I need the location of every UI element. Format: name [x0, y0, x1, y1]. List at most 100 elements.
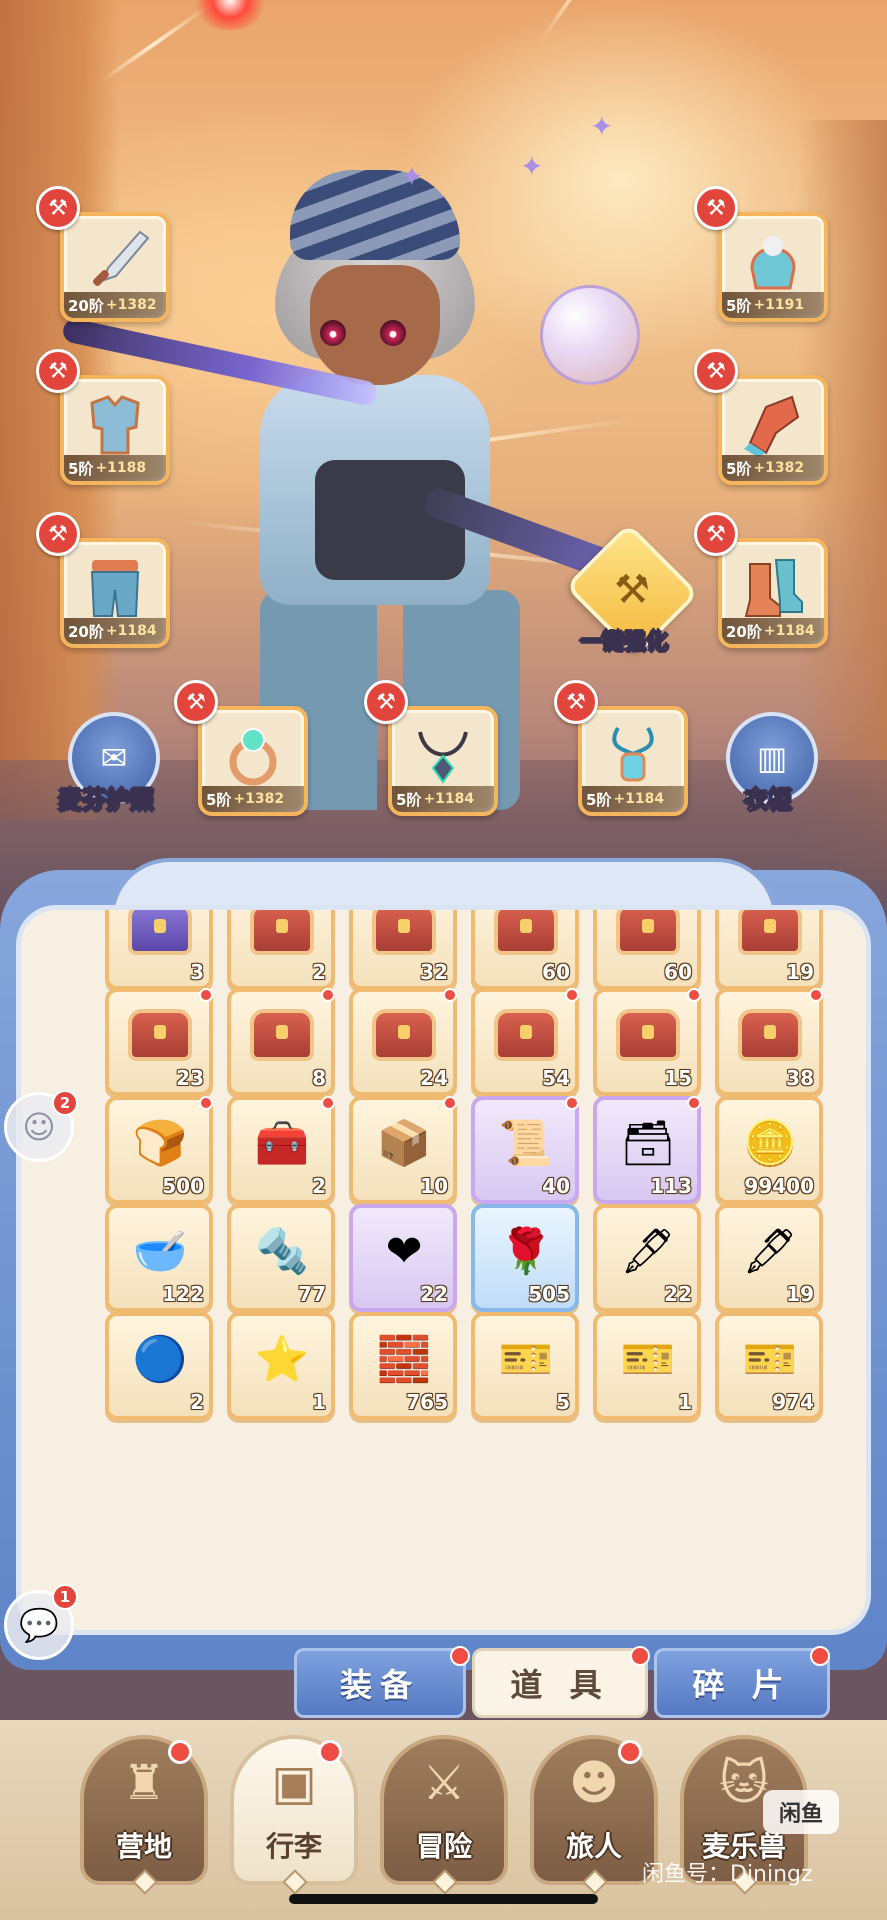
gauntlet-icon — [744, 395, 800, 457]
notification-dot — [199, 1096, 213, 1110]
inventory-item[interactable]: 🧰 2 — [227, 1096, 335, 1204]
inventory-item[interactable]: 3 — [105, 910, 213, 990]
tier-label: 5阶 — [68, 459, 94, 478]
inventory-item[interactable]: 54 — [471, 988, 579, 1096]
helmet-icon — [750, 236, 796, 290]
inventory-item[interactable]: 🔩 77 — [227, 1204, 335, 1312]
item-count: 765 — [406, 1390, 448, 1414]
necklace-icon — [418, 731, 468, 784]
traveler-portrait-icon: ☻ — [568, 1755, 620, 1811]
equip-slot-necklace[interactable]: 5阶 +1184 — [388, 706, 498, 816]
equip-slot-armor[interactable]: 5阶 +1188 — [60, 375, 170, 485]
notification-dot — [809, 988, 823, 1002]
chat-badge: 1 — [52, 1584, 78, 1610]
light-streak — [538, 0, 634, 44]
home-indicator[interactable] — [289, 1894, 598, 1904]
item-count: 54 — [542, 1066, 570, 1090]
equip-slot-helmet[interactable]: 5阶 +1191 — [718, 212, 828, 322]
inventory-panel[interactable]: 3 2 32 60 60 19 23 8 24 54 15 38 🍞 500 🧰 2 📦 10 📜 40 🗃 113 🪙 99… — [16, 905, 871, 1635]
equip-slot-weapon[interactable]: 20阶 +1382 — [60, 212, 170, 322]
dagger-icon — [93, 230, 150, 286]
tier-label: 5阶 — [396, 790, 422, 809]
tab-items[interactable]: 道 具 — [472, 1648, 648, 1718]
inventory-item[interactable]: 19 — [715, 910, 823, 990]
bonus-label: +1184 — [763, 623, 815, 639]
inventory-item[interactable]: 🖋 22 — [593, 1204, 701, 1312]
tab-fragments[interactable]: 碎 片 — [654, 1648, 830, 1718]
npc-helper-badge: 2 — [52, 1090, 78, 1116]
inventory-item[interactable]: ❤ 22 — [349, 1204, 457, 1312]
inventory-item[interactable]: 🪙 99400 — [715, 1096, 823, 1204]
upgrade-hammer-icon[interactable]: ⚒ — [36, 349, 80, 393]
ink-yellow-icon: 🖋 — [620, 1226, 676, 1277]
inventory-item[interactable]: 38 — [715, 988, 823, 1096]
notification-dot — [687, 988, 701, 1002]
inventory-item[interactable]: 8 — [227, 988, 335, 1096]
inventory-item[interactable]: 60 — [593, 910, 701, 990]
castle-icon: ♜ — [122, 1755, 166, 1811]
red-light-effect — [190, 0, 270, 30]
bonus-label: +1382 — [105, 297, 157, 313]
inventory-item[interactable]: 🎫 974 — [715, 1312, 823, 1420]
inventory-item[interactable]: 🥣 122 — [105, 1204, 213, 1312]
notification-dot — [618, 1740, 642, 1764]
inventory-item[interactable]: 23 — [105, 988, 213, 1096]
upgrade-hammer-icon[interactable]: ⚒ — [554, 680, 598, 724]
inventory-item[interactable]: 📜 40 — [471, 1096, 579, 1204]
inventory-item[interactable]: 🖋 19 — [715, 1204, 823, 1312]
inventory-item[interactable]: 60 — [471, 910, 579, 990]
upgrade-hammer-icon[interactable]: ⚒ — [174, 680, 218, 724]
item-count: 77 — [298, 1282, 326, 1306]
equip-slot-pants[interactable]: 20阶 +1184 — [60, 538, 170, 648]
upgrade-hammer-icon[interactable]: ⚒ — [364, 680, 408, 724]
inventory-item[interactable]: 🧱 765 — [349, 1312, 457, 1420]
equip-slot-boots[interactable]: 20阶 +1184 — [718, 538, 828, 648]
bowl-icon: 🥣 — [132, 1226, 188, 1277]
chest-icon — [123, 1002, 197, 1068]
scroll-icon: 📜 — [498, 1118, 554, 1169]
ticket-blue-icon: 🎫 — [498, 1334, 554, 1385]
inventory-item[interactable]: 2 — [227, 910, 335, 990]
item-count: 2 — [190, 1390, 204, 1414]
tier-label: 20阶 — [68, 296, 104, 315]
silver-chest-icon: 🗃 — [620, 1118, 676, 1169]
equip-slot-ring[interactable]: 5阶 +1382 — [198, 706, 308, 816]
tier-label: 20阶 — [68, 622, 104, 641]
chest-icon — [367, 1002, 441, 1068]
inventory-item[interactable]: 🎫 5 — [471, 1312, 579, 1420]
inventory-item[interactable]: 32 — [349, 910, 457, 990]
inventory-item[interactable]: 24 — [349, 988, 457, 1096]
character-eye — [320, 320, 346, 346]
upgrade-hammer-icon[interactable]: ⚒ — [694, 512, 738, 556]
tier-label: 5阶 — [726, 459, 752, 478]
notification-dot — [199, 988, 213, 1002]
nav-adventure[interactable]: ⚔ 冒险 — [380, 1735, 508, 1895]
inventory-item[interactable]: 🔵 2 — [105, 1312, 213, 1420]
inventory-item[interactable]: 🎫 1 — [593, 1312, 701, 1420]
equip-slot-gloves[interactable]: 5阶 +1382 — [718, 375, 828, 485]
tab-equipment[interactable]: 装备 — [294, 1648, 466, 1718]
upgrade-hammer-icon[interactable]: ⚒ — [36, 512, 80, 556]
chest-icon — [733, 1002, 807, 1068]
purple-box-icon: 📦 — [376, 1118, 432, 1169]
inventory-item[interactable]: 🗃 113 — [593, 1096, 701, 1204]
upgrade-hammer-icon[interactable]: ⚒ — [694, 349, 738, 393]
inventory-item[interactable]: 15 — [593, 988, 701, 1096]
inventory-item[interactable]: 🍞 500 — [105, 1096, 213, 1204]
upgrade-hammer-icon[interactable]: ⚒ — [36, 186, 80, 230]
watermark-logo: 闲鱼 — [763, 1790, 839, 1834]
equip-slot-amulet[interactable]: 5阶 +1184 — [578, 706, 688, 816]
inventory-item[interactable]: 🌹 505 — [471, 1204, 579, 1312]
notification-dot — [630, 1646, 650, 1666]
notification-dot — [321, 988, 335, 1002]
upgrade-hammer-icon[interactable]: ⚒ — [694, 186, 738, 230]
item-count: 60 — [664, 960, 692, 984]
item-count: 500 — [162, 1174, 204, 1198]
bonus-label: +1184 — [105, 623, 157, 639]
chest-purple-icon — [123, 910, 197, 962]
bonus-label: +1191 — [753, 297, 805, 313]
item-count: 19 — [786, 960, 814, 984]
inventory-item[interactable]: 📦 10 — [349, 1096, 457, 1204]
inventory-item[interactable]: ⭐ 1 — [227, 1312, 335, 1420]
chest-icon — [245, 1002, 319, 1068]
